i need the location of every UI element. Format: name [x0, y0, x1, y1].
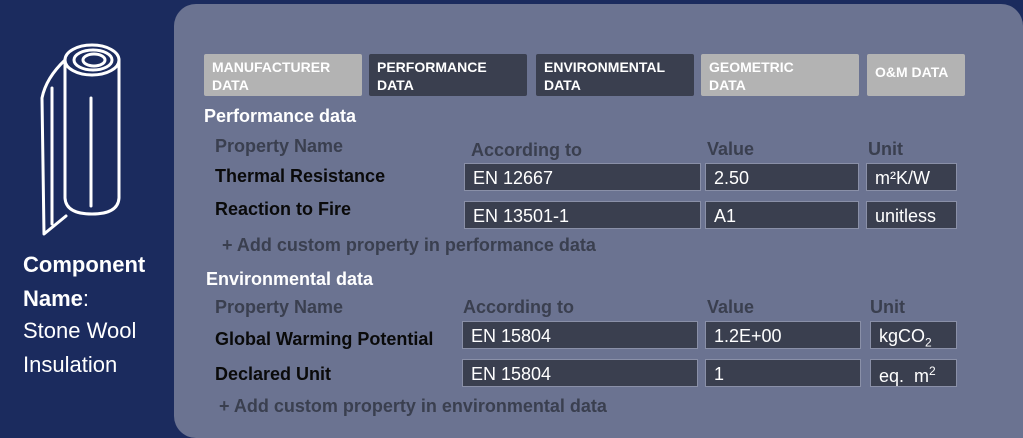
add-performance-property-link[interactable]: + Add custom property in performance dat… [222, 235, 596, 256]
environmental-section-title: Environmental data [206, 269, 374, 289]
env-header-value: Value [707, 297, 755, 317]
env-header-according-to: According to [463, 297, 574, 317]
unit-main-text: kgCO [879, 326, 926, 346]
performance-section-title: Performance data [204, 106, 357, 126]
perf-header-property-name: Property Name [215, 136, 344, 156]
tab-label-line1: ENVIRONMENTAL [544, 59, 666, 75]
env-row-unit-field[interactable]: eq. m2 [870, 359, 957, 387]
env-header-unit: Unit [870, 297, 905, 317]
unit-subscript: 2 [925, 335, 932, 350]
tab-label-line2: DATA [544, 77, 581, 93]
component-name-label: Component Name: [23, 248, 175, 316]
perf-row-according-field[interactable]: EN 13501-1 [464, 201, 701, 229]
perf-header-value: Value [707, 139, 755, 159]
component-name-value: Stone Wool Insulation [23, 318, 137, 377]
perf-row-value-field[interactable]: 2.50 [705, 163, 859, 191]
sidebar: Component Name: Stone Wool Insulation [0, 0, 175, 438]
unit-superscript: 2 [929, 364, 936, 378]
perf-row-unit-field[interactable]: unitless [866, 201, 957, 229]
tab-label-line2: DATA [377, 77, 414, 93]
env-row-unit-field[interactable]: kgCO2 [870, 321, 957, 350]
tab-label-line1: PERFORMANCE [377, 59, 487, 75]
tab-label-line1: GEOMETRIC [709, 59, 794, 75]
tab-environmental-data[interactable]: ENVIRONMENTAL DATA [536, 54, 694, 96]
add-environmental-property-link[interactable]: + Add custom property in environmental d… [219, 396, 607, 417]
perf-row-according-field[interactable]: EN 12667 [464, 163, 701, 191]
insulation-roll-icon [40, 43, 121, 236]
perf-header-unit: Unit [868, 139, 903, 159]
env-row-value-field[interactable]: 1.2E+00 [705, 321, 861, 349]
env-header-property-name: Property Name [215, 297, 344, 317]
perf-row-name: Thermal Resistance [215, 166, 386, 186]
tab-om-data[interactable]: O&M DATA [867, 54, 965, 96]
tab-label-line1: MANUFACTURER [212, 59, 331, 75]
tab-label-line1: O&M DATA [875, 64, 949, 80]
tab-geometric-data[interactable]: GEOMETRIC DATA [701, 54, 859, 96]
env-row-name: Declared Unit [215, 364, 332, 384]
env-row-value-field[interactable]: 1 [705, 359, 861, 387]
env-row-according-field[interactable]: EN 15804 [462, 359, 698, 387]
perf-row-value-field[interactable]: A1 [705, 201, 859, 229]
perf-row-name: Reaction to Fire [215, 199, 352, 219]
env-row-according-field[interactable]: EN 15804 [462, 321, 698, 349]
component-name-colon: : [82, 286, 90, 311]
env-row-name: Global Warming Potential [215, 329, 434, 349]
tab-manufacturer-data[interactable]: MANUFACTURER DATA [204, 54, 362, 96]
perf-header-according-to: According to [471, 140, 582, 160]
tab-label-line2: DATA [212, 77, 249, 93]
tab-performance-data[interactable]: PERFORMANCE DATA [369, 54, 527, 96]
unit-main-text: eq. m [879, 366, 930, 386]
tab-label-line2: DATA [709, 77, 746, 93]
perf-row-unit-field[interactable]: m²K/W [866, 163, 957, 191]
